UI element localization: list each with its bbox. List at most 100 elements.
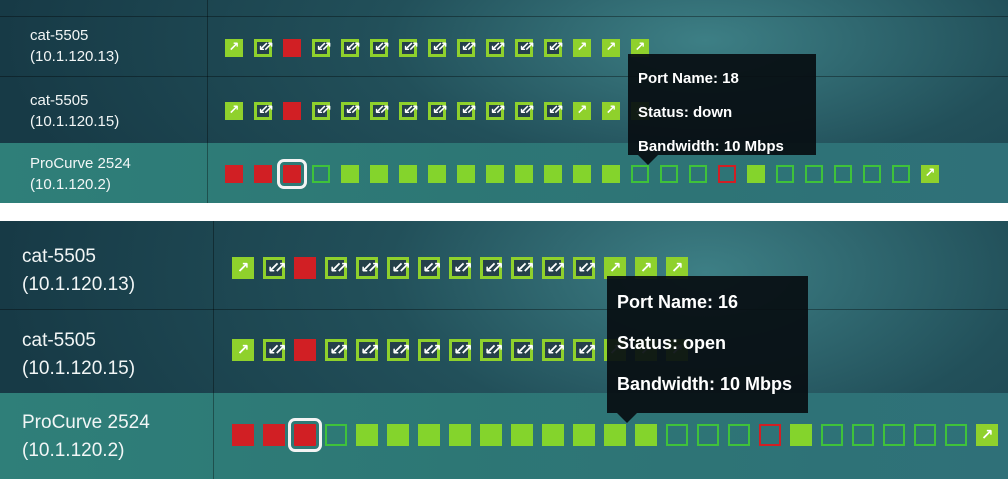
port-up[interactable]	[418, 424, 440, 446]
port-up[interactable]	[370, 165, 388, 183]
uplink-port-icon[interactable]	[602, 39, 620, 57]
trunk-port-icon[interactable]	[428, 102, 446, 120]
trunk-port-icon[interactable]	[370, 39, 388, 57]
trunk-port-icon[interactable]	[486, 39, 504, 57]
port-open[interactable]	[821, 424, 843, 446]
port-open[interactable]	[914, 424, 936, 446]
port-down[interactable]	[263, 424, 285, 446]
port-open[interactable]	[312, 165, 330, 183]
port-open[interactable]	[852, 424, 874, 446]
uplink-port-icon[interactable]	[602, 102, 620, 120]
port-open[interactable]	[660, 165, 678, 183]
port-down[interactable]	[294, 339, 316, 361]
port-open[interactable]	[728, 424, 750, 446]
port-open[interactable]	[697, 424, 719, 446]
trunk-port-icon[interactable]	[457, 102, 475, 120]
trunk-port-icon[interactable]	[325, 257, 347, 279]
trunk-port-icon[interactable]	[511, 339, 533, 361]
device-row-selected[interactable]: ProCurve 2524 (10.1.120.2)	[0, 143, 1008, 203]
uplink-port-icon[interactable]	[232, 257, 254, 279]
trunk-port-icon[interactable]	[387, 339, 409, 361]
trunk-port-icon[interactable]	[544, 39, 562, 57]
device-row[interactable]: cat-5505 (10.1.120.13)	[0, 221, 1008, 310]
trunk-port-icon[interactable]	[542, 257, 564, 279]
trunk-port-icon[interactable]	[418, 339, 440, 361]
uplink-port-icon[interactable]	[573, 102, 591, 120]
port-down[interactable]	[232, 424, 254, 446]
port-up[interactable]	[341, 165, 359, 183]
port-up[interactable]	[387, 424, 409, 446]
trunk-port-icon[interactable]	[428, 39, 446, 57]
port-open[interactable]	[945, 424, 967, 446]
port-up[interactable]	[428, 165, 446, 183]
trunk-port-icon[interactable]	[486, 102, 504, 120]
port-up[interactable]	[602, 165, 620, 183]
port-down[interactable]	[294, 257, 316, 279]
trunk-port-icon[interactable]	[254, 39, 272, 57]
port-down[interactable]	[254, 165, 272, 183]
port-open[interactable]	[892, 165, 910, 183]
port-up[interactable]	[542, 424, 564, 446]
uplink-port-icon[interactable]	[225, 102, 243, 120]
port-up[interactable]	[457, 165, 475, 183]
trunk-port-icon[interactable]	[370, 102, 388, 120]
trunk-port-icon[interactable]	[511, 257, 533, 279]
port-up[interactable]	[515, 165, 533, 183]
port-up[interactable]	[604, 424, 626, 446]
trunk-port-icon[interactable]	[263, 339, 285, 361]
port-down-selected[interactable]	[277, 159, 307, 189]
trunk-port-icon[interactable]	[542, 339, 564, 361]
port-open[interactable]	[834, 165, 852, 183]
port-up[interactable]	[480, 424, 502, 446]
port-up[interactable]	[747, 165, 765, 183]
port-open[interactable]	[863, 165, 881, 183]
uplink-port-icon[interactable]	[232, 339, 254, 361]
port-up[interactable]	[356, 424, 378, 446]
trunk-port-icon[interactable]	[573, 339, 595, 361]
trunk-port-icon[interactable]	[457, 39, 475, 57]
uplink-port-icon[interactable]	[921, 165, 939, 183]
trunk-port-icon[interactable]	[449, 339, 471, 361]
trunk-port-icon[interactable]	[312, 102, 330, 120]
trunk-port-icon[interactable]	[356, 339, 378, 361]
uplink-port-icon[interactable]	[573, 39, 591, 57]
port-down-hover[interactable]	[759, 424, 781, 446]
uplink-port-icon[interactable]	[225, 39, 243, 57]
trunk-port-icon[interactable]	[254, 102, 272, 120]
port-open[interactable]	[631, 165, 649, 183]
port-down[interactable]	[283, 39, 301, 57]
trunk-port-icon[interactable]	[312, 39, 330, 57]
port-up[interactable]	[635, 424, 657, 446]
port-open[interactable]	[805, 165, 823, 183]
trunk-port-icon[interactable]	[341, 102, 359, 120]
device-row[interactable]: cat-5505 (10.1.120.13)	[0, 16, 1008, 77]
trunk-port-icon[interactable]	[341, 39, 359, 57]
trunk-port-icon[interactable]	[356, 257, 378, 279]
port-open[interactable]	[689, 165, 707, 183]
trunk-port-icon[interactable]	[325, 339, 347, 361]
port-open[interactable]	[776, 165, 794, 183]
port-up[interactable]	[399, 165, 417, 183]
trunk-port-icon[interactable]	[399, 39, 417, 57]
trunk-port-icon[interactable]	[418, 257, 440, 279]
port-down[interactable]	[225, 165, 243, 183]
device-row[interactable]: cat-5505 (10.1.120.15)	[0, 76, 1008, 144]
port-up[interactable]	[511, 424, 533, 446]
port-open[interactable]	[666, 424, 688, 446]
port-open[interactable]	[883, 424, 905, 446]
trunk-port-icon[interactable]	[544, 102, 562, 120]
trunk-port-icon[interactable]	[387, 257, 409, 279]
port-down-selected[interactable]	[288, 418, 322, 452]
uplink-port-icon[interactable]	[976, 424, 998, 446]
port-down[interactable]	[283, 102, 301, 120]
port-up[interactable]	[790, 424, 812, 446]
trunk-port-icon[interactable]	[449, 257, 471, 279]
port-down-hover[interactable]	[718, 165, 736, 183]
trunk-port-icon[interactable]	[515, 39, 533, 57]
port-up[interactable]	[486, 165, 504, 183]
trunk-port-icon[interactable]	[263, 257, 285, 279]
port-up[interactable]	[544, 165, 562, 183]
trunk-port-icon[interactable]	[515, 102, 533, 120]
port-up[interactable]	[449, 424, 471, 446]
port-up[interactable]	[573, 424, 595, 446]
